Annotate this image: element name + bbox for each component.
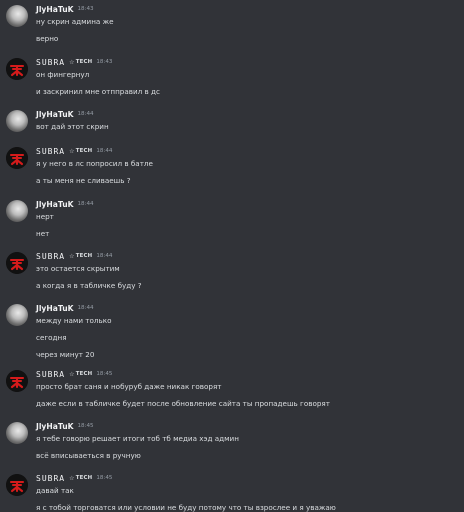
message-group: SUBRA ☆ TECH 18:43 он фингернул и заскринил м…: [0, 55, 464, 98]
username[interactable]: JlyHaTuK: [36, 110, 74, 119]
tag-label: TECH: [75, 475, 93, 481]
timestamp: 18:44: [96, 253, 113, 259]
message-group: JlyHaTuK 18:44 между нами только сегодня чер…: [0, 301, 464, 361]
username[interactable]: JlyHaTuK: [36, 422, 74, 431]
message-group: JlyHaTuK 18:44 вот дай этот скрин: [0, 107, 464, 133]
message-header: JlyHaTuK 18:44: [36, 107, 464, 121]
message-header: SUBRA ☆ TECH 18:43: [36, 55, 464, 69]
timestamp: 18:43: [77, 6, 94, 12]
message-group: JlyHaTuK 18:43 ну скрин админа же верно: [0, 2, 464, 45]
message-text: он фингернул: [36, 70, 90, 79]
tag-label: TECH: [75, 148, 93, 154]
username[interactable]: SUBRA: [36, 370, 65, 379]
timestamp: 18:44: [96, 148, 113, 154]
message-text: я у него в лс попросил в батле: [36, 159, 153, 168]
user-avatar[interactable]: [6, 370, 28, 392]
message-text: это остается скрытим: [36, 264, 120, 273]
message-group: SUBRA ☆ TECH 18:44 это остается скрытим а ког…: [0, 249, 464, 292]
timestamp: 18:45: [77, 423, 94, 429]
username[interactable]: JlyHaTuK: [36, 304, 74, 313]
message-header: JlyHaTuK 18:44: [36, 301, 464, 315]
timestamp: 18:44: [77, 111, 94, 117]
message-text: я с тобой торговатся или условии не буду…: [36, 503, 336, 512]
server-tag[interactable]: ☆ TECH: [69, 474, 92, 483]
message-header: SUBRA ☆ TECH 18:45: [36, 367, 464, 381]
message-text: нерт: [36, 212, 54, 221]
tag-icon: ☆: [69, 147, 75, 155]
message-text: сегодня: [36, 333, 67, 342]
message-header: SUBRA ☆ TECH 18:44: [36, 144, 464, 158]
tag-icon: ☆: [69, 252, 75, 260]
chat-message-list[interactable]: JlyHaTuK 18:43 ну скрин админа же верно SUBR…: [0, 0, 464, 512]
user-avatar[interactable]: [6, 252, 28, 274]
username[interactable]: JlyHaTuK: [36, 200, 74, 209]
server-tag[interactable]: ☆ TECH: [69, 147, 92, 156]
timestamp: 18:44: [77, 305, 94, 311]
user-avatar[interactable]: [6, 422, 28, 444]
user-avatar[interactable]: [6, 110, 28, 132]
message-text: всё вписываеться в ручную: [36, 451, 141, 460]
user-avatar[interactable]: [6, 58, 28, 80]
message-group: SUBRA ☆ TECH 18:45 просто брат саня и нобуру…: [0, 367, 464, 410]
tag-icon: ☆: [69, 58, 75, 66]
message-group: JlyHaTuK 18:44 нерт нет: [0, 197, 464, 240]
message-text: верно: [36, 34, 59, 43]
timestamp: 18:44: [77, 201, 94, 207]
tag-label: TECH: [75, 253, 93, 259]
message-text: давай так: [36, 486, 74, 495]
message-group: JlyHaTuK 18:45 я тебе говорю решает итоги …: [0, 419, 464, 462]
message-text: между нами только: [36, 316, 112, 325]
user-avatar[interactable]: [6, 147, 28, 169]
message-text: просто брат саня и нобуруб даже никак го…: [36, 382, 222, 391]
message-header: SUBRA ☆ TECH 18:45: [36, 471, 464, 485]
server-tag[interactable]: ☆ TECH: [69, 370, 92, 379]
message-text: а ты меня не сливаешь ?: [36, 176, 131, 185]
user-avatar[interactable]: [6, 200, 28, 222]
user-avatar[interactable]: [6, 304, 28, 326]
username[interactable]: SUBRA: [36, 58, 65, 67]
message-header: JlyHaTuK 18:43: [36, 2, 464, 16]
username[interactable]: SUBRA: [36, 474, 65, 483]
tag-label: TECH: [75, 371, 93, 377]
message-group: SUBRA ☆ TECH 18:45 давай так я с тобой торгов…: [0, 471, 464, 512]
message-text: вот дай этот скрин: [36, 122, 109, 131]
message-text: ну скрин админа же: [36, 17, 114, 26]
username[interactable]: SUBRA: [36, 147, 65, 156]
message-header: JlyHaTuK 18:45: [36, 419, 464, 433]
server-tag[interactable]: ☆ TECH: [69, 252, 92, 261]
tag-label: TECH: [75, 59, 93, 65]
timestamp: 18:43: [96, 59, 113, 65]
timestamp: 18:45: [96, 475, 113, 481]
tag-icon: ☆: [69, 370, 75, 378]
message-header: JlyHaTuK 18:44: [36, 197, 464, 211]
message-header: SUBRA ☆ TECH 18:44: [36, 249, 464, 263]
message-text: и заскринил мне отпправил в дс: [36, 87, 160, 96]
message-text: даже если в табличке будет после обновле…: [36, 399, 330, 408]
timestamp: 18:45: [96, 371, 113, 377]
message-text: через минут 20: [36, 350, 95, 359]
tag-icon: ☆: [69, 474, 75, 482]
message-group: SUBRA ☆ TECH 18:44 я у него в лс попросил в …: [0, 144, 464, 187]
message-text: я тебе говорю решает итоги тоб тб медиа …: [36, 434, 239, 443]
user-avatar[interactable]: [6, 5, 28, 27]
message-text: а когда я в табличке буду ?: [36, 281, 142, 290]
message-text: нет: [36, 229, 50, 238]
username[interactable]: SUBRA: [36, 252, 65, 261]
username[interactable]: JlyHaTuK: [36, 5, 74, 14]
user-avatar[interactable]: [6, 474, 28, 496]
server-tag[interactable]: ☆ TECH: [69, 58, 92, 67]
